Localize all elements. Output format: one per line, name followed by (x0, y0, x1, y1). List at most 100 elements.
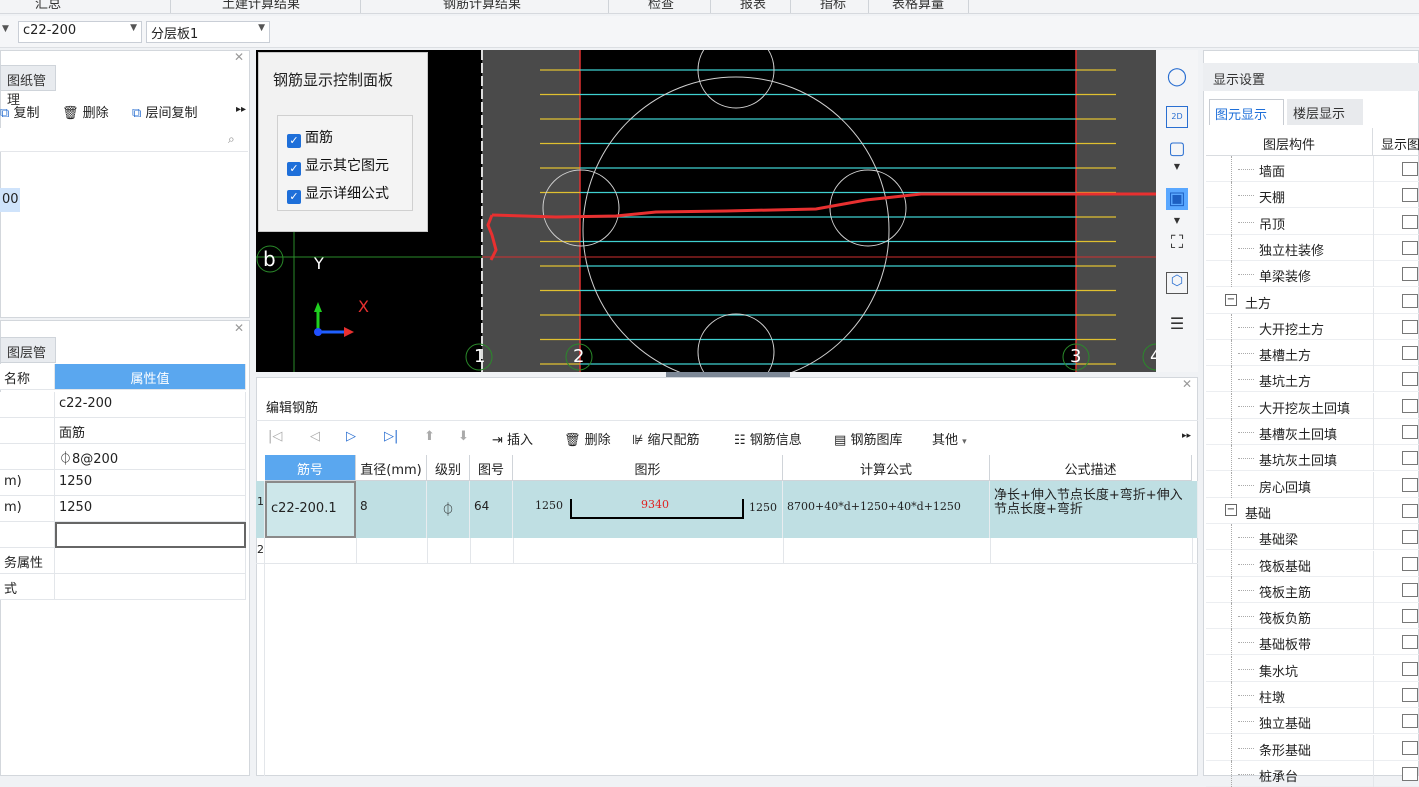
other-menu-button[interactable]: 其他 ▾ (932, 429, 967, 448)
show-checkbox[interactable] (1402, 477, 1418, 492)
show-checkbox[interactable] (1402, 582, 1418, 597)
checkbox-face-rebar[interactable]: ✓ 面筋 (287, 127, 333, 148)
rebar-info-button[interactable]: ☷ 钢筋信息 (734, 429, 802, 448)
more-icon[interactable]: ▸▸ (236, 104, 246, 115)
show-checkbox[interactable] (1402, 346, 1418, 361)
move-down-icon[interactable]: ⬇ (458, 429, 469, 444)
chevron-down-icon[interactable]: ▼ (2, 24, 9, 34)
tree-item-label: 基槽土方 (1259, 349, 1312, 365)
property-value[interactable]: ⏀8@200 (55, 444, 246, 470)
menu-civil-results[interactable]: 土建计算结果 (222, 0, 300, 12)
property-value[interactable] (55, 548, 246, 574)
property-value[interactable]: 面筋 (55, 418, 246, 444)
cell-grade[interactable]: ⏀ (427, 481, 470, 538)
show-checkbox[interactable] (1402, 425, 1418, 439)
cube-icon[interactable]: ▢ (1166, 138, 1188, 160)
insert-button[interactable]: ⇥ 插入 (492, 429, 533, 448)
show-checkbox[interactable] (1402, 661, 1418, 676)
move-up-icon[interactable]: ⬆ (424, 429, 435, 444)
tree-item-label: 独立柱装修 (1259, 243, 1325, 259)
cell-shape-no[interactable]: 64 (470, 481, 513, 538)
copy-button[interactable]: ⧉ 复制 (0, 102, 39, 121)
show-checkbox[interactable] (1402, 267, 1418, 282)
chevron-down-icon[interactable]: ▼ (1166, 162, 1188, 184)
show-checkbox[interactable] (1402, 556, 1418, 571)
show-checkbox[interactable] (1402, 530, 1418, 545)
show-checkbox[interactable] (1402, 503, 1418, 518)
collapse-icon[interactable]: − (1225, 293, 1237, 306)
cell-bar-number[interactable]: c22-200.1 (265, 481, 356, 538)
table-row[interactable] (256, 538, 1198, 564)
show-checkbox[interactable] (1402, 372, 1418, 387)
cell-shape[interactable]: 1250 9340 1250 (513, 481, 783, 538)
close-icon[interactable]: ✕ (234, 50, 244, 64)
scale-rebar-button[interactable]: ⊯ 缩尺配筋 (632, 429, 699, 448)
tab-layer-management[interactable]: 图层管理 (0, 337, 56, 380)
grid-label-1: 1 (474, 346, 486, 367)
tree-item-label: 基础板带 (1259, 638, 1312, 654)
property-value[interactable] (55, 574, 246, 600)
tab-element-display[interactable]: 图元显示 (1209, 99, 1284, 125)
show-checkbox[interactable] (1402, 766, 1418, 781)
checkbox-show-others[interactable]: ✓ 显示其它图元 (287, 155, 389, 176)
close-icon[interactable]: ✕ (1182, 377, 1192, 391)
chevron-down-icon: ▼ (130, 23, 137, 33)
more-icon[interactable]: ▸▸ (1182, 431, 1191, 441)
show-checkbox[interactable] (1402, 635, 1418, 650)
menu-summary[interactable]: 汇总 (35, 0, 61, 12)
rebar-library-button[interactable]: ▤ 钢筋图库 (834, 429, 902, 448)
view-2d-icon[interactable]: 2D (1166, 106, 1188, 128)
cell-formula[interactable]: 8700+40*d+1250+40*d+1250 (783, 481, 990, 538)
menu-index[interactable]: 指标 (820, 0, 846, 12)
first-icon[interactable]: |◁ (268, 429, 282, 444)
checkbox-show-formula[interactable]: ✓ 显示详细公式 (287, 183, 389, 204)
list-view-icon[interactable]: ☰ (1166, 314, 1188, 336)
menu-table-calc[interactable]: 表格算量 (892, 0, 944, 12)
delete-row-button[interactable]: 🗑 删除 (564, 429, 611, 448)
prev-icon[interactable]: ◁ (310, 429, 320, 444)
show-checkbox[interactable] (1402, 162, 1418, 176)
show-checkbox[interactable] (1402, 188, 1418, 203)
property-value[interactable] (55, 522, 246, 548)
last-icon[interactable]: ▷| (384, 429, 398, 444)
fullscreen-icon[interactable]: ⛶ (1166, 232, 1188, 254)
show-checkbox[interactable] (1402, 240, 1418, 255)
cube-solid-icon[interactable]: ▣ (1166, 188, 1188, 210)
row-number: 1 (256, 481, 265, 538)
tab-drawing-management[interactable]: 图纸管理 (0, 65, 56, 108)
property-value[interactable]: 1250 (55, 470, 246, 496)
component-combo[interactable]: c22-200 ▼ (18, 21, 142, 43)
floor-copy-button[interactable]: ⧉ 层间复制 (132, 102, 197, 121)
search-icon[interactable]: ⌕ (228, 132, 235, 147)
close-icon[interactable]: ✕ (234, 321, 244, 335)
next-icon[interactable]: ▷ (346, 429, 356, 444)
show-checkbox[interactable] (1402, 740, 1418, 755)
menu-check[interactable]: 检查 (648, 0, 674, 12)
menu-report[interactable]: 报表 (740, 0, 766, 12)
property-value[interactable]: c22-200 (55, 392, 246, 418)
property-value[interactable]: 1250 (55, 496, 246, 522)
tree-row[interactable] (1206, 288, 1419, 314)
show-checkbox[interactable] (1402, 688, 1418, 702)
delete-button[interactable]: 🗑 删除 (62, 102, 109, 121)
show-checkbox[interactable] (1402, 214, 1418, 229)
show-checkbox[interactable] (1402, 451, 1418, 466)
orbit-icon[interactable]: ◯ (1166, 66, 1188, 88)
cell-diameter[interactable]: 8 (356, 481, 427, 538)
show-checkbox[interactable] (1402, 293, 1418, 308)
row-number: 2 (257, 543, 264, 556)
show-checkbox[interactable] (1402, 398, 1418, 413)
collapse-icon[interactable]: − (1225, 503, 1237, 516)
view-cube-icon[interactable]: ⬡ (1166, 272, 1188, 294)
tree-item-label: 独立基础 (1259, 717, 1312, 733)
show-checkbox[interactable] (1402, 609, 1418, 624)
drawing-item[interactable]: 00 (0, 188, 20, 212)
layer-combo[interactable]: 分层板1 ▼ (146, 21, 270, 43)
search-input[interactable] (0, 128, 248, 152)
show-checkbox[interactable] (1402, 714, 1418, 729)
menu-rebar-results[interactable]: 钢筋计算结果 (443, 0, 521, 12)
show-checkbox[interactable] (1402, 319, 1418, 334)
cell-formula-desc[interactable]: 净长+伸入节点长度+弯折+伸入节点长度+弯折 (990, 481, 1198, 538)
tab-floor-display[interactable]: 楼层显示 (1287, 99, 1363, 125)
tree-row[interactable] (1206, 498, 1419, 524)
